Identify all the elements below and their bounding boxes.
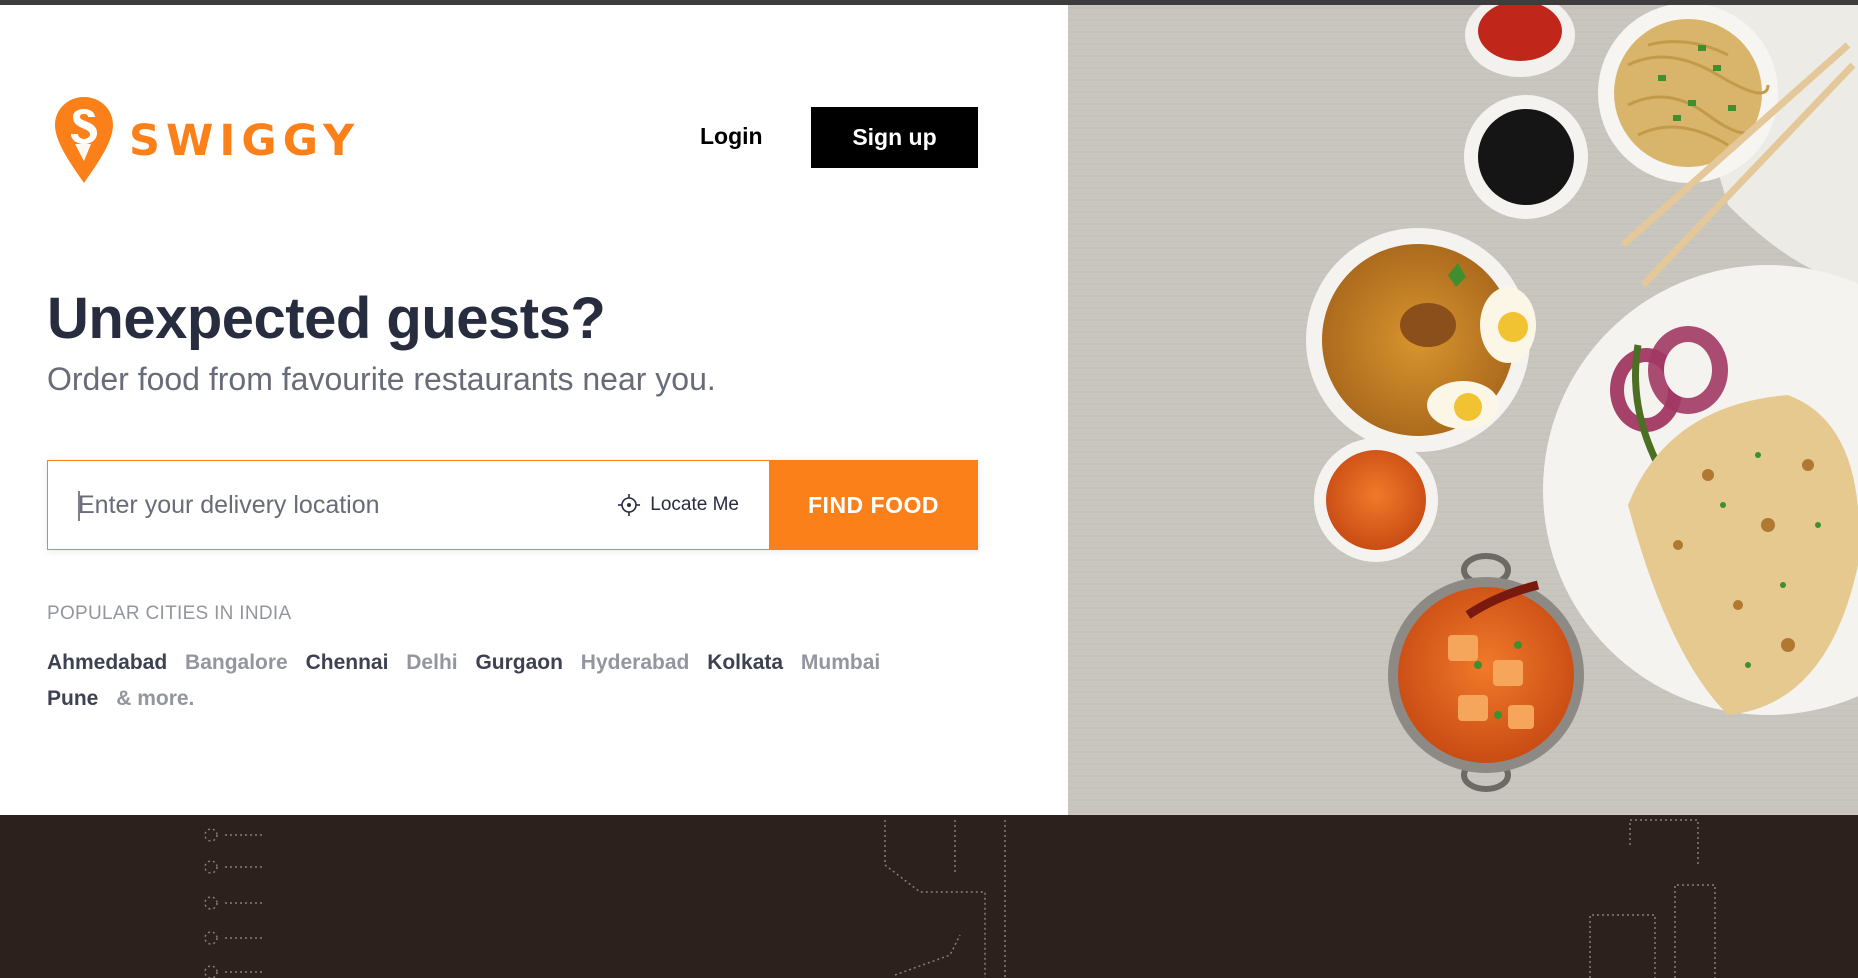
locate-me-button[interactable]: Locate Me xyxy=(618,461,769,549)
swiggy-logo-icon xyxy=(55,97,113,183)
signup-button[interactable]: Sign up xyxy=(811,107,978,168)
footer-pattern xyxy=(204,819,1716,978)
text-caret xyxy=(78,491,80,521)
hero-panel: SWIGGY Login Sign up Unexpected guests? … xyxy=(0,5,1068,815)
city-link-kolkata[interactable]: Kolkata xyxy=(707,645,783,681)
popular-cities-title: POPULAR CITIES IN INDIA xyxy=(47,603,292,624)
city-link-ahmedabad[interactable]: Ahmedabad xyxy=(47,645,167,681)
crosshair-icon xyxy=(618,494,641,516)
city-link-delhi[interactable]: Delhi xyxy=(406,645,457,681)
hero-title: Unexpected guests? xyxy=(47,286,606,351)
red-curry-bowl xyxy=(1314,438,1438,562)
delivery-location-input[interactable] xyxy=(48,461,619,549)
food-photo-illustration xyxy=(1068,5,1858,815)
soy-sauce-bowl xyxy=(1464,95,1588,219)
city-link-gurgaon[interactable]: Gurgaon xyxy=(475,645,563,681)
find-food-button[interactable]: FIND FOOD xyxy=(769,461,978,549)
city-link-pune[interactable]: Pune xyxy=(47,681,98,717)
city-link-mumbai[interactable]: Mumbai xyxy=(801,645,880,681)
more-cities-link[interactable]: & more. xyxy=(116,681,194,717)
locate-me-label: Locate Me xyxy=(650,494,739,515)
hero-food-image xyxy=(1068,5,1858,815)
city-link-bangalore[interactable]: Bangalore xyxy=(185,645,288,681)
popular-cities-list: Ahmedabad Bangalore Chennai Delhi Gurgao… xyxy=(47,645,927,717)
city-link-chennai[interactable]: Chennai xyxy=(306,645,389,681)
city-link-hyderabad[interactable]: Hyderabad xyxy=(581,645,690,681)
delivery-search-bar: Locate Me FIND FOOD xyxy=(47,460,978,550)
hero-subtitle: Order food from favourite restaurants ne… xyxy=(47,361,716,397)
brand-name: SWIGGY xyxy=(129,116,361,166)
login-link[interactable]: Login xyxy=(700,123,763,150)
footer-decor-strip xyxy=(0,815,1858,978)
swiggy-logo[interactable]: SWIGGY xyxy=(55,97,360,185)
